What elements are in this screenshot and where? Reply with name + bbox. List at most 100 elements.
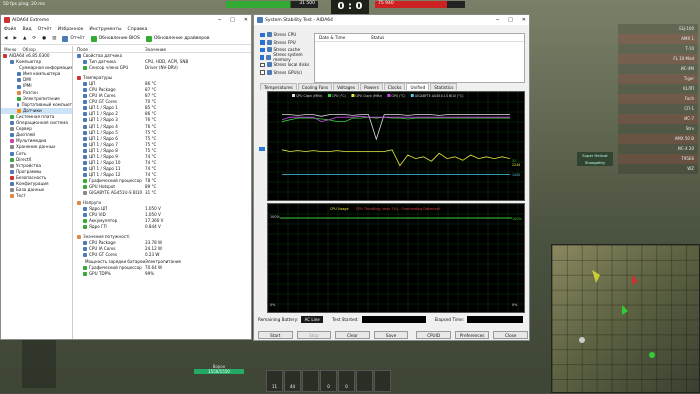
menu-item[interactable]: Справка <box>128 27 148 32</box>
tree-item-icon <box>10 151 14 156</box>
sensor-icon <box>83 160 87 165</box>
checkbox-box[interactable] <box>260 40 265 45</box>
tab-menu[interactable]: Меню <box>4 47 16 52</box>
sensor-icon <box>83 82 87 87</box>
stability-test-window[interactable]: System Stability Test - AIDA64 ─ □ ✕ Stres… <box>253 14 530 341</box>
sst-titlebar[interactable]: System Stability Test - AIDA64 ─ □ ✕ <box>254 15 529 25</box>
graph2-right-min: 0% <box>512 303 518 307</box>
navigation-tree[interactable]: Меню Обзор AIDA64 v6.85.6300 Компьютер Сум… <box>1 46 73 339</box>
sensor-row[interactable]: Ядро ГП 0.844 V <box>73 224 251 230</box>
start-button[interactable]: Start <box>258 331 293 339</box>
minimize-icon[interactable]: ─ <box>218 17 221 23</box>
tab-statistics[interactable]: Statistics <box>430 83 458 90</box>
ammo-bar[interactable]: 11 44 0 0 <box>266 370 391 392</box>
menu-item[interactable]: Отчёт <box>38 27 52 32</box>
tree-item-icon <box>17 78 21 83</box>
sensor-icon <box>83 178 87 183</box>
menu-item[interactable]: Избранное <box>58 27 84 32</box>
tree-item-icon <box>10 182 14 187</box>
tab-clocks[interactable]: Clocks <box>383 83 406 90</box>
detail-pane[interactable]: Поле Значение Свойства датчика Тип датчик… <box>73 46 251 339</box>
tree-item-icon <box>10 139 14 144</box>
team-hp-bar-right: 75 940 <box>375 1 465 8</box>
preferences-button[interactable]: Preferences <box>454 331 490 339</box>
tree-item-icon <box>10 175 14 180</box>
ammo-slot[interactable]: 0 <box>338 370 355 392</box>
stress-checkbox[interactable]: Stress GPU(s) <box>260 69 320 77</box>
sensor-icon <box>83 136 87 141</box>
maximize-icon[interactable]: □ <box>230 17 235 23</box>
save-button[interactable]: Save <box>373 331 409 339</box>
chart-icon[interactable]: ▥ <box>52 36 56 41</box>
column-value[interactable]: Значение <box>145 46 166 52</box>
up-icon[interactable]: ▲ <box>23 36 26 41</box>
sensor-row[interactable]: Сенсор члена GPU Driver (NV-DRV) <box>73 65 251 71</box>
checkbox-box[interactable] <box>260 70 265 75</box>
tree-item-icon <box>17 108 21 113</box>
sensor-icon <box>83 112 87 117</box>
close-button[interactable]: Close <box>493 331 529 339</box>
team-list-item: ИС-7 <box>618 114 698 124</box>
team-list-item: WZ <box>618 164 698 174</box>
ammo-slot[interactable]: 11 <box>266 370 283 392</box>
enemy-team-list: ЕЦ-100 AMX 1 T-10 FL 10 Mod ИС-4М Tiger KLЛП Fo… <box>618 24 698 174</box>
column-field[interactable]: Поле <box>73 46 145 52</box>
sensor-row[interactable]: GPU TDP% 99% <box>73 271 251 277</box>
close-icon[interactable]: ✕ <box>522 17 526 23</box>
graph-scroll-handle[interactable] <box>259 147 265 151</box>
tab-unified[interactable]: Unified <box>406 83 430 90</box>
ammo-slot[interactable] <box>374 370 391 392</box>
sensor-row[interactable]: GIGABYTE AG451U-S BI10 31 °C <box>73 190 251 196</box>
back-icon[interactable]: ◀ <box>4 36 7 41</box>
stress-checkbox[interactable]: Stress system memory <box>260 52 320 62</box>
status-table: Date & Time Status <box>314 33 525 83</box>
tab-cooling-fans[interactable]: Cooling Fans <box>297 83 333 90</box>
report-button[interactable]: Отчёт <box>62 35 85 42</box>
user-icon[interactable]: ● <box>42 36 46 41</box>
checkbox-box[interactable] <box>260 47 265 52</box>
checkbox-box[interactable] <box>260 62 265 67</box>
team-list-item: Tiger <box>618 74 698 84</box>
column-date: Date & Time <box>319 35 346 40</box>
tab-overview[interactable]: Обзор <box>22 47 35 52</box>
cpuid-button[interactable]: CPUID <box>416 331 451 339</box>
aida-titlebar[interactable]: AIDA64 Extreme ─ □ ✕ <box>1 15 251 25</box>
aida-title: AIDA64 Extreme <box>12 17 49 23</box>
ammo-slot[interactable]: 0 <box>320 370 337 392</box>
forward-icon[interactable]: ▶ <box>13 36 16 41</box>
tree-item-icon <box>10 163 14 168</box>
ammo-slot[interactable]: 44 <box>284 370 301 392</box>
elapsed-label: Elapsed Time: <box>434 316 465 322</box>
menu-item[interactable]: Файл <box>4 27 16 32</box>
tree-item-icon <box>10 157 14 162</box>
bios-update-button[interactable]: Обновление BIOS <box>90 35 140 42</box>
stress-checkbox[interactable]: Stress FPU <box>260 39 320 47</box>
menu-item[interactable]: Вид <box>22 27 31 32</box>
minimap[interactable] <box>551 244 700 393</box>
score-right: 0 <box>355 1 363 12</box>
ammo-slot[interactable] <box>302 370 319 392</box>
tab-voltages[interactable]: Voltages <box>333 83 360 90</box>
clear-button[interactable]: Clear <box>335 331 370 339</box>
tank-hp: 1550/1550 <box>194 369 244 374</box>
driver-update-button[interactable]: Обновление драйверов <box>145 35 210 42</box>
maximize-icon[interactable]: □ <box>508 17 513 23</box>
graph-grid <box>267 91 524 200</box>
aida64-window[interactable]: AIDA64 Extreme ─ □ ✕ Файл Вид Отчёт Избранное… <box>0 14 252 340</box>
menu-item[interactable]: Инструменты <box>89 27 121 32</box>
tree-item[interactable]: Тест <box>1 193 72 199</box>
stress-checkbox[interactable]: Stress CPU <box>260 31 320 39</box>
driver-icon <box>145 35 152 42</box>
tab-powers[interactable]: Powers <box>360 83 383 90</box>
close-icon[interactable]: ✕ <box>244 17 248 23</box>
section-icon <box>77 54 81 59</box>
checkbox-box[interactable] <box>260 55 265 60</box>
minimap-marker <box>592 270 600 283</box>
ammo-slot[interactable] <box>356 370 373 392</box>
checkbox-box[interactable] <box>260 32 265 37</box>
minimize-icon[interactable]: ─ <box>496 17 499 23</box>
stop-button[interactable]: Stop <box>296 331 332 339</box>
refresh-icon[interactable]: ⟳ <box>32 36 36 41</box>
report-label: Отчёт <box>70 36 85 41</box>
tab-temperatures[interactable]: Temperatures <box>260 83 297 90</box>
